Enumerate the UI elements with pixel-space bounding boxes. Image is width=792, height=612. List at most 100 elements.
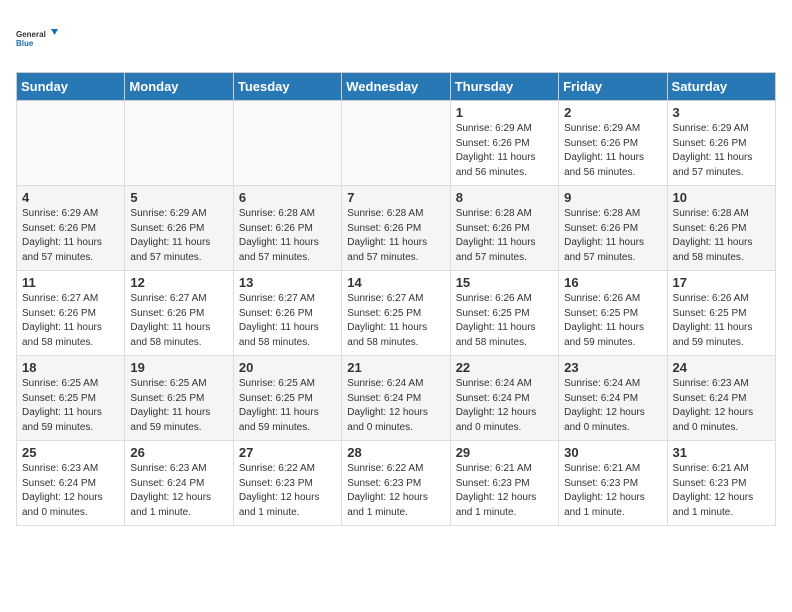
day-number: 8 — [456, 190, 553, 205]
day-info: Sunrise: 6:23 AM Sunset: 6:24 PM Dayligh… — [22, 462, 119, 520]
table-cell: 2Sunrise: 6:29 AM Sunset: 6:26 PM Daylig… — [559, 101, 667, 186]
day-number: 10 — [673, 190, 770, 205]
day-number: 25 — [22, 445, 119, 460]
table-cell: 26Sunrise: 6:23 AM Sunset: 6:24 PM Dayli… — [125, 441, 233, 526]
table-cell — [233, 101, 341, 186]
day-number: 7 — [347, 190, 444, 205]
day-number: 15 — [456, 275, 553, 290]
day-info: Sunrise: 6:28 AM Sunset: 6:26 PM Dayligh… — [673, 207, 770, 265]
day-info: Sunrise: 6:25 AM Sunset: 6:25 PM Dayligh… — [239, 377, 336, 435]
day-info: Sunrise: 6:22 AM Sunset: 6:23 PM Dayligh… — [239, 462, 336, 520]
table-cell: 23Sunrise: 6:24 AM Sunset: 6:24 PM Dayli… — [559, 356, 667, 441]
svg-text:General: General — [16, 30, 46, 39]
table-cell: 21Sunrise: 6:24 AM Sunset: 6:24 PM Dayli… — [342, 356, 450, 441]
day-number: 30 — [564, 445, 661, 460]
day-info: Sunrise: 6:21 AM Sunset: 6:23 PM Dayligh… — [673, 462, 770, 520]
table-cell: 24 Sunrise: 6:23 AM Sunset: 6:24 PM Dayli… — [667, 356, 775, 441]
table-cell: 10 Sunrise: 6:28 AM Sunset: 6:26 PM Dayli… — [667, 186, 775, 271]
table-cell: 7 Sunrise: 6:28 AM Sunset: 6:26 PM Daylig… — [342, 186, 450, 271]
day-info: Sunrise: 6:23 AM Sunset: 6:24 PM Dayligh… — [673, 377, 770, 435]
day-info: Sunrise: 6:27 AM Sunset: 6:26 PM Dayligh… — [130, 292, 227, 350]
day-number: 5 — [130, 190, 227, 205]
day-info: Sunrise: 6:29 AM Sunset: 6:26 PM Dayligh… — [22, 207, 119, 265]
table-cell: 29 Sunrise: 6:21 AM Sunset: 6:23 PM Dayli… — [450, 441, 558, 526]
logo: General Blue — [16, 16, 60, 60]
header-wednesday: Wednesday — [342, 73, 450, 101]
table-cell: 31 Sunrise: 6:21 AM Sunset: 6:23 PM Dayli… — [667, 441, 775, 526]
table-cell: 17 Sunrise: 6:26 AM Sunset: 6:25 PM Dayli… — [667, 271, 775, 356]
table-cell: 12 Sunrise: 6:27 AM Sunset: 6:26 PM Dayli… — [125, 271, 233, 356]
day-info: Sunrise: 6:28 AM Sunset: 6:26 PM Dayligh… — [456, 207, 553, 265]
day-info: Sunrise: 6:24 AM Sunset: 6:24 PM Dayligh… — [347, 377, 444, 435]
table-cell — [17, 101, 125, 186]
day-info: Sunrise: 6:24 AM Sunset: 6:24 PM Dayligh… — [456, 377, 553, 435]
week-row-5: 25 Sunrise: 6:23 AM Sunset: 6:24 PM Dayli… — [17, 441, 776, 526]
table-cell: 8 Sunrise: 6:28 AM Sunset: 6:26 PM Daylig… — [450, 186, 558, 271]
day-number: 23 — [564, 360, 661, 375]
header-friday: Friday — [559, 73, 667, 101]
header-row: SundayMondayTuesdayWednesdayThursdayFrid… — [17, 73, 776, 101]
day-number: 16 — [564, 275, 661, 290]
table-cell: 4 Sunrise: 6:29 AM Sunset: 6:26 PM Daylig… — [17, 186, 125, 271]
day-number: 11 — [22, 275, 119, 290]
day-number: 29 — [456, 445, 553, 460]
header-tuesday: Tuesday — [233, 73, 341, 101]
table-cell: 1 Sunrise: 6:29 AM Sunset: 6:26 PM Daylig… — [450, 101, 558, 186]
calendar-table: SundayMondayTuesdayWednesdayThursdayFrid… — [16, 72, 776, 526]
day-number: 18 — [22, 360, 119, 375]
table-cell: 27 Sunrise: 6:22 AM Sunset: 6:23 PM Dayli… — [233, 441, 341, 526]
day-number: 22 — [456, 360, 553, 375]
day-info: Sunrise: 6:26 AM Sunset: 6:25 PM Dayligh… — [456, 292, 553, 350]
day-info: Sunrise: 6:27 AM Sunset: 6:26 PM Dayligh… — [239, 292, 336, 350]
week-row-2: 4 Sunrise: 6:29 AM Sunset: 6:26 PM Daylig… — [17, 186, 776, 271]
day-number: 19 — [130, 360, 227, 375]
table-cell: 14 Sunrise: 6:27 AM Sunset: 6:25 PM Dayli… — [342, 271, 450, 356]
week-row-4: 18 Sunrise: 6:25 AM Sunset: 6:25 PM Dayli… — [17, 356, 776, 441]
table-cell: 25 Sunrise: 6:23 AM Sunset: 6:24 PM Dayli… — [17, 441, 125, 526]
day-info: Sunrise: 6:25 AM Sunset: 6:25 PM Dayligh… — [130, 377, 227, 435]
week-row-3: 11 Sunrise: 6:27 AM Sunset: 6:26 PM Dayli… — [17, 271, 776, 356]
svg-text:Blue: Blue — [16, 39, 34, 48]
week-row-1: 1 Sunrise: 6:29 AM Sunset: 6:26 PM Daylig… — [17, 101, 776, 186]
day-info: Sunrise: 6:28 AM Sunset: 6:26 PM Dayligh… — [564, 207, 661, 265]
day-info: Sunrise: 6:26 AM Sunset: 6:25 PM Dayligh… — [673, 292, 770, 350]
day-info: Sunrise: 6:28 AM Sunset: 6:26 PM Dayligh… — [239, 207, 336, 265]
day-number: 17 — [673, 275, 770, 290]
day-info: Sunrise: 6:25 AM Sunset: 6:25 PM Dayligh… — [22, 377, 119, 435]
day-number: 14 — [347, 275, 444, 290]
table-cell — [125, 101, 233, 186]
header-monday: Monday — [125, 73, 233, 101]
day-info: Sunrise: 6:21 AM Sunset: 6:23 PM Dayligh… — [564, 462, 661, 520]
day-info: Sunrise: 6:29 AM Sunset: 6:26 PM Dayligh… — [130, 207, 227, 265]
table-cell: 9 Sunrise: 6:28 AM Sunset: 6:26 PM Daylig… — [559, 186, 667, 271]
day-number: 31 — [673, 445, 770, 460]
day-number: 13 — [239, 275, 336, 290]
table-cell: 22 Sunrise: 6:24 AM Sunset: 6:24 PM Dayli… — [450, 356, 558, 441]
day-info: Sunrise: 6:28 AM Sunset: 6:26 PM Dayligh… — [347, 207, 444, 265]
day-number: 9 — [564, 190, 661, 205]
day-number: 4 — [22, 190, 119, 205]
day-number: 27 — [239, 445, 336, 460]
header-saturday: Saturday — [667, 73, 775, 101]
table-cell — [342, 101, 450, 186]
table-cell: 20 Sunrise: 6:25 AM Sunset: 6:25 PM Dayli… — [233, 356, 341, 441]
table-cell: 11Sunrise: 6:27 AM Sunset: 6:26 PM Dayli… — [17, 271, 125, 356]
table-cell: 30 Sunrise: 6:21 AM Sunset: 6:23 PM Dayli… — [559, 441, 667, 526]
table-cell: 18 Sunrise: 6:25 AM Sunset: 6:25 PM Dayli… — [17, 356, 125, 441]
day-number: 20 — [239, 360, 336, 375]
logo-svg: General Blue — [16, 16, 60, 60]
day-info: Sunrise: 6:23 AM Sunset: 6:24 PM Dayligh… — [130, 462, 227, 520]
table-cell: 5 Sunrise: 6:29 AM Sunset: 6:26 PM Daylig… — [125, 186, 233, 271]
table-cell: 15 Sunrise: 6:26 AM Sunset: 6:25 PM Dayli… — [450, 271, 558, 356]
table-cell: 13 Sunrise: 6:27 AM Sunset: 6:26 PM Dayli… — [233, 271, 341, 356]
day-number: 1 — [456, 105, 553, 120]
day-info: Sunrise: 6:29 AM Sunset: 6:26 PM Dayligh… — [456, 122, 553, 180]
day-number: 24 — [673, 360, 770, 375]
table-cell: 19 Sunrise: 6:25 AM Sunset: 6:25 PM Dayli… — [125, 356, 233, 441]
day-info: Sunrise: 6:27 AM Sunset: 6:25 PM Dayligh… — [347, 292, 444, 350]
header: General Blue — [16, 16, 776, 60]
table-cell: 28Sunrise: 6:22 AM Sunset: 6:23 PM Dayli… — [342, 441, 450, 526]
day-number: 12 — [130, 275, 227, 290]
header-sunday: Sunday — [17, 73, 125, 101]
day-info: Sunrise: 6:21 AM Sunset: 6:23 PM Dayligh… — [456, 462, 553, 520]
